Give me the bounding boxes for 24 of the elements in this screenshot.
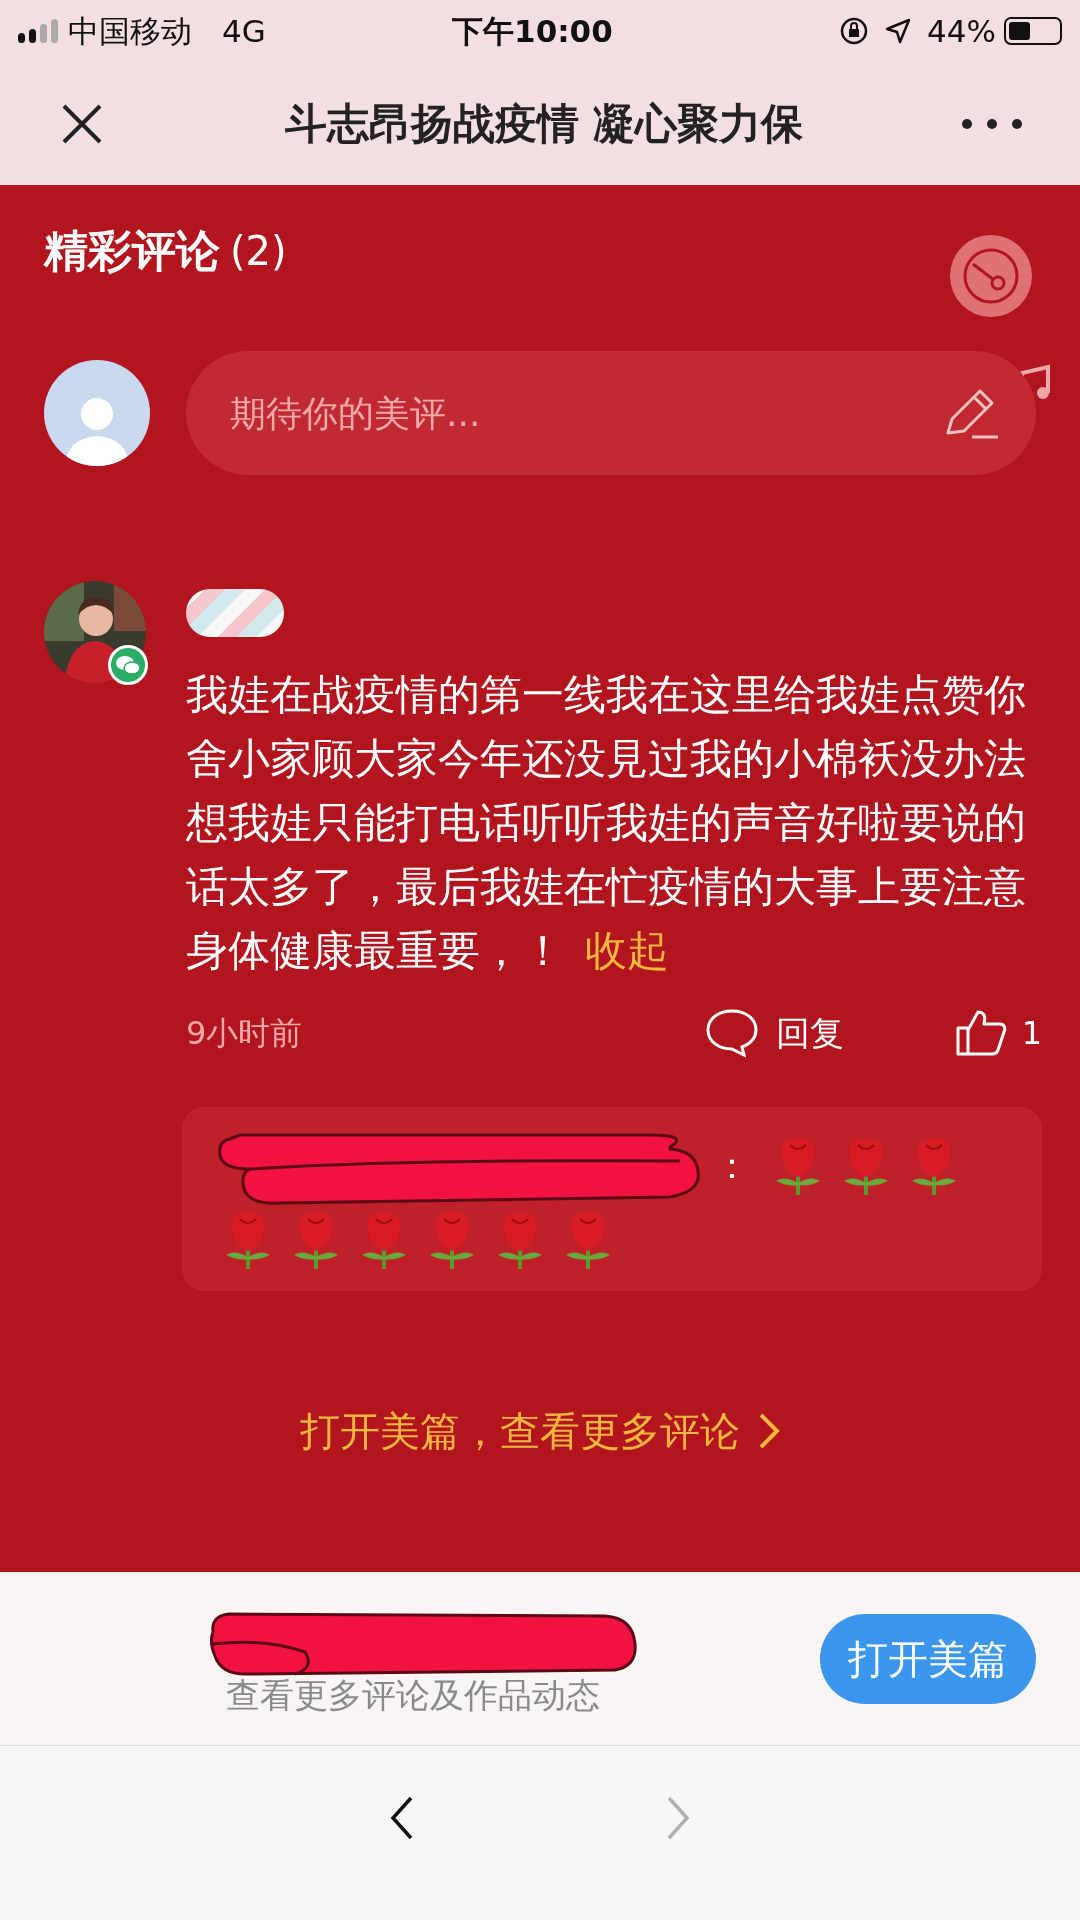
back-button[interactable] [389,1795,415,1841]
network-type: 4G [222,11,266,51]
battery-percent: 44% [927,11,996,51]
page-title: 斗志昂扬战疫情 凝心聚力保 [283,98,805,150]
clock: 下午10:00 [451,11,614,51]
comment-text: 我娃在战疫情的第一线我在这里给我娃点赞你舍小家顾大家今年还没見过我的小棉袄没办法想我娃只能打电话听听我娃的声音好啦要说的话太多了，最后我娃在忙疫情的大事上要注意身体健康最重要，！ 收起 [186,669,1027,977]
comment-count: (2) [230,227,287,276]
collapse-link[interactable]: 收起 [585,926,670,975]
section-title: 精彩评论 [44,224,220,278]
reply-button[interactable]: 回复 [703,1007,844,1059]
comment-input[interactable]: 期待你的美评... [186,351,1036,475]
open-app-button[interactable]: 打开美篇 [820,1613,1036,1704]
comment-time: 9小时前 [186,1013,304,1054]
more-comments-link[interactable]: 打开美篇，查看更多评论 [300,1401,780,1461]
chat-bubbles-icon [108,645,148,685]
banner-subtitle: 查看更多评论及作品动态 [226,1674,601,1717]
location-arrow-icon [885,18,912,44]
chevron-right-icon [758,1412,780,1450]
battery-icon [1004,17,1062,45]
rotation-lock-icon [839,16,870,46]
carrier-name: 中国移动 [68,11,192,51]
like-button[interactable]: 1 [953,1008,1042,1058]
reply-colon: ： [714,1144,750,1188]
signal-icon [18,19,58,43]
